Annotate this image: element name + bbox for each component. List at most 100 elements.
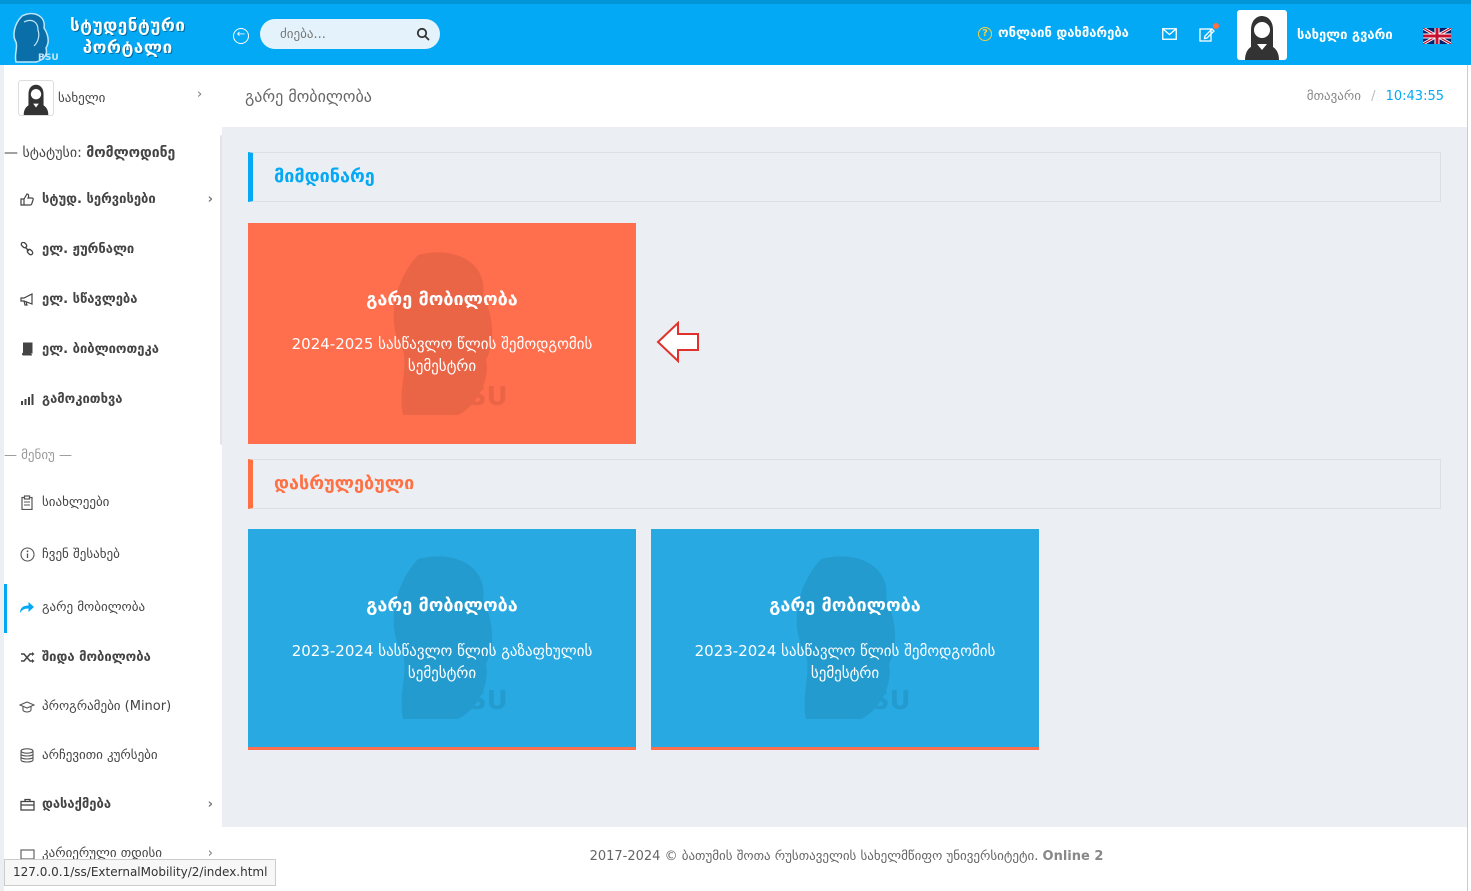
sidebar-item-external-mobility[interactable]: გარე მობილობა [18,599,213,615]
card-title: გარე მობილობა [366,289,518,310]
breadcrumb-separator: / [1371,89,1376,104]
link-icon [18,241,36,257]
footer-text: 2017-2024 © ბათუმის შოთა რუსთაველის სახე… [222,849,1471,864]
sidebar-item-label: ელ. სწავლება [42,291,138,307]
search-input[interactable] [280,25,410,43]
graduation-cap-icon [18,698,36,714]
menu-section-label: — მენიუ — [4,448,72,463]
online-help-link[interactable]: ? ონლაინ დახმარება [978,26,1129,41]
svg-text:BSU: BSU [448,686,508,716]
notification-dot [1213,23,1219,29]
chevron-right-icon: › [207,191,213,207]
university-watermark-icon: BSU [393,556,508,719]
active-item-indicator [4,584,7,633]
sidebar-item-student-services[interactable]: სტუდ. სერვისები › [18,191,213,207]
online-count: Online 2 [1042,849,1104,864]
sidebar-item-e-library[interactable]: ელ. ბიბლიოთეკა [18,341,213,357]
sidebar-item-employment[interactable]: დასაქმება › [18,796,213,812]
university-emblem-icon: BSU [4,8,62,66]
section-completed-title: დასრულებული [274,473,415,494]
section-current-header: მიმდინარე [248,152,1441,202]
portal-logo[interactable]: BSU სტუდენტური პორტალი [4,8,219,66]
sidebar-item-label: სტუდ. სერვისები [42,191,156,207]
portal-title-line1: სტუდენტური [70,16,186,36]
sidebar-item-label: პროგრამები (Minor) [42,698,172,714]
breadcrumb-home[interactable]: მთავარი [1307,89,1361,104]
university-watermark-icon: BSU [796,556,911,719]
thumbs-up-icon [18,191,36,207]
student-status: — სტატუსი: მომლოდინე [4,145,175,161]
mobility-card-current[interactable]: BSU გარე მობილობა 2024-2025 სასწავლო წლი… [248,223,636,444]
section-completed-header: დასრულებული [248,459,1441,509]
bar-chart-icon [18,391,36,407]
sidebar-item-label: ელ. ჟურნალი [42,241,135,257]
sidebar-item-label: არჩევითი კურსები [42,747,158,763]
footer: 2017-2024 © ბათუმის შოთა რუსთაველის სახე… [222,827,1471,891]
clipboard-icon [18,494,36,510]
sidebar-item-e-journal[interactable]: ელ. ჟურნალი [18,241,213,257]
card-subtitle: 2023-2024 სასწავლო წლის შემოდგომის სემეს… [694,642,996,682]
arrow-left-icon [656,321,699,363]
shuffle-icon [18,649,36,665]
status-label: — სტატუსი: [4,145,82,161]
info-icon [18,546,36,562]
svg-text:BSU: BSU [38,53,59,63]
browser-status-url: 127.0.0.1/ss/ExternalMobility/2/index.ht… [4,859,277,886]
online-help-label: ონლაინ დახმარება [998,26,1129,41]
question-circle-icon: ? [978,26,992,41]
mobility-card-completed[interactable]: BSU გარე მობილობა 2023-2024 სასწავლო წლი… [651,529,1039,750]
copyright-text: 2017-2024 © ბათუმის შოთა რუსთაველის სახე… [589,849,1039,864]
sidebar-item-e-learning[interactable]: ელ. სწავლება [18,291,213,307]
sidebar-item-label: ჩვენ შესახებ [42,546,120,562]
sidebar-avatar [18,80,54,116]
english-flag-icon[interactable] [1423,28,1451,44]
page-title: გარე მობილობა [245,87,372,106]
window-edge [1467,65,1471,891]
chevron-right-icon: › [207,796,213,812]
card-title: გარე მობილობა [769,595,921,616]
sidebar-item-label: დასაქმება [42,796,112,812]
book-icon [18,341,36,357]
sidebar-toggle-icon[interactable]: ← [233,28,249,44]
sidebar-item-minor-programs[interactable]: პროგრამები (Minor) [18,698,213,714]
sidebar-item-label: გამოკითხვა [42,391,123,407]
sidebar-item-survey[interactable]: გამოკითხვა [18,391,213,407]
megaphone-icon [18,291,36,307]
sidebar-item-about[interactable]: ჩვენ შესახებ [18,546,213,562]
top-header: BSU სტუდენტური პორტალი ← ? ონლაინ დახმარ… [0,0,1471,65]
sidebar-item-label: გარე მობილობა [42,599,146,615]
status-value: მომლოდინე [86,145,176,161]
sidebar-item-label: შიდა მობილობა [42,649,151,665]
clock-time: 10:43:55 [1385,89,1444,104]
sidebar-user[interactable]: სახელი [18,80,105,116]
breadcrumb: მთავარი / 10:43:55 [1307,89,1444,104]
sidebar-item-internal-mobility[interactable]: შიდა მობილობა [18,649,213,665]
section-current-title: მიმდინარე [274,166,375,187]
sidebar-item-elective-courses[interactable]: არჩევითი კურსები [18,747,213,763]
card-subtitle: 2024-2025 სასწავლო წლის შემოდგომის სემეს… [291,335,593,375]
portal-title: სტუდენტური პორტალი [70,15,185,59]
sidebar: სახელი › — სტატუსი: მომლოდინე სტუდ. სერვ… [4,65,222,891]
search-box [260,19,440,49]
svg-text:BSU: BSU [851,686,911,716]
portal-title-line2: პორტალი [82,38,173,58]
card-subtitle: 2023-2024 სასწავლო წლის გაზაფხულის სემეს… [291,642,593,682]
sidebar-user-name: სახელი [58,90,106,106]
sidebar-scrollbar[interactable] [220,135,222,445]
search-icon[interactable] [416,27,430,41]
chevron-right-icon[interactable]: › [197,87,202,102]
card-title: გარე მობილობა [366,595,518,616]
user-avatar[interactable] [1237,10,1287,60]
sidebar-item-label: სიახლეები [42,494,110,510]
database-icon [18,747,36,763]
mobility-card-completed[interactable]: BSU გარე მობილობა 2023-2024 სასწავლო წლი… [248,529,636,750]
edit-icon[interactable] [1199,26,1215,42]
mail-icon[interactable] [1162,28,1177,40]
sidebar-item-label: ელ. ბიბლიოთეკა [42,341,159,357]
share-icon [18,599,36,615]
briefcase-icon [18,796,36,812]
page-header: გარე მობილობა მთავარი / 10:43:55 [222,65,1471,127]
user-name[interactable]: სახელი გვარი [1297,28,1393,43]
svg-text:BSU: BSU [448,382,508,412]
sidebar-item-news[interactable]: სიახლეები [18,494,213,510]
